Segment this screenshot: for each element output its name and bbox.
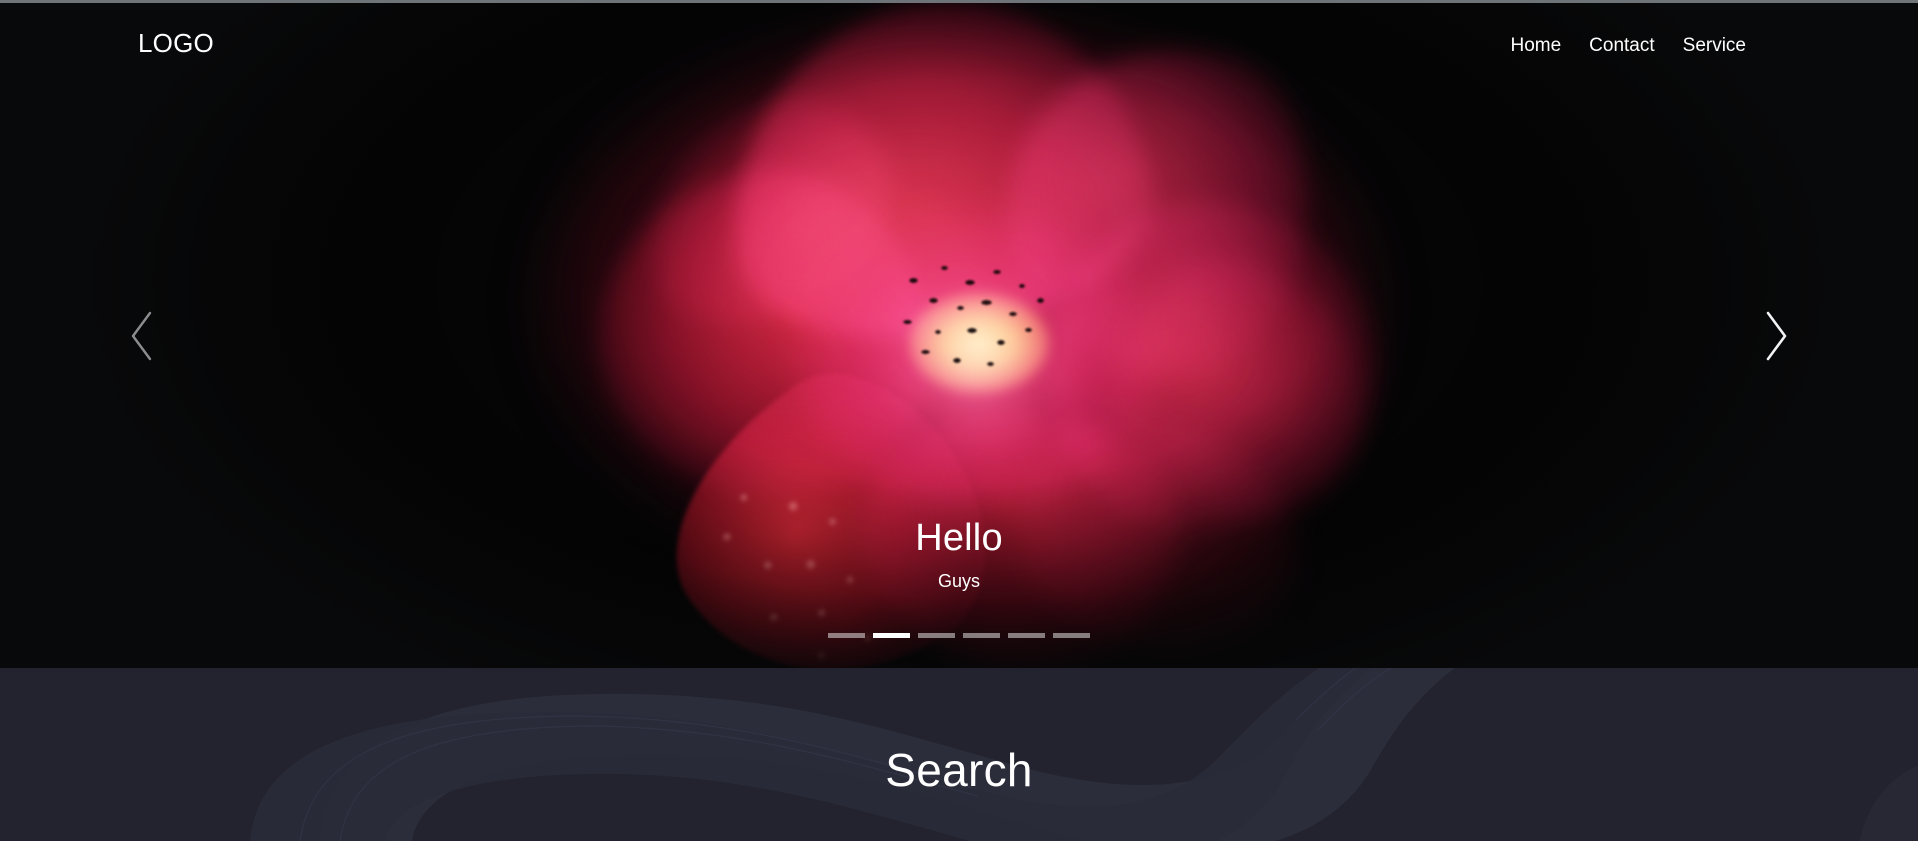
chevron-left-icon (125, 309, 159, 363)
carousel-indicator-3[interactable] (918, 633, 955, 638)
carousel-indicator-6[interactable] (1053, 633, 1090, 638)
nav-link-contact[interactable]: Contact (1589, 36, 1654, 55)
carousel-prev-button[interactable] (110, 304, 174, 368)
hero-carousel: LOGO Home Contact Service (0, 3, 1918, 668)
chevron-right-icon (1759, 309, 1793, 363)
carousel-caption-subtitle: Guys (0, 571, 1918, 593)
nav-links: Home Contact Service (1510, 36, 1746, 55)
search-section-title: Search (0, 745, 1918, 796)
site-logo[interactable]: LOGO (138, 30, 214, 56)
carousel-indicators (0, 633, 1918, 638)
carousel-indicator-1[interactable] (828, 633, 865, 638)
carousel-next-button[interactable] (1744, 304, 1808, 368)
nav-link-service[interactable]: Service (1683, 36, 1746, 55)
nav-link-home[interactable]: Home (1510, 36, 1561, 55)
page-root: LOGO Home Contact Service (0, 0, 1918, 841)
top-navbar: LOGO Home Contact Service (0, 3, 1918, 81)
browser-top-edge (0, 0, 1918, 3)
carousel-indicator-4[interactable] (963, 633, 1000, 638)
carousel-indicator-5[interactable] (1008, 633, 1045, 638)
carousel-caption-title: Hello (0, 517, 1918, 561)
rose-stamen-specks (869, 258, 1099, 418)
carousel-indicator-2[interactable] (873, 633, 910, 638)
carousel-caption: Hello Guys (0, 517, 1918, 592)
